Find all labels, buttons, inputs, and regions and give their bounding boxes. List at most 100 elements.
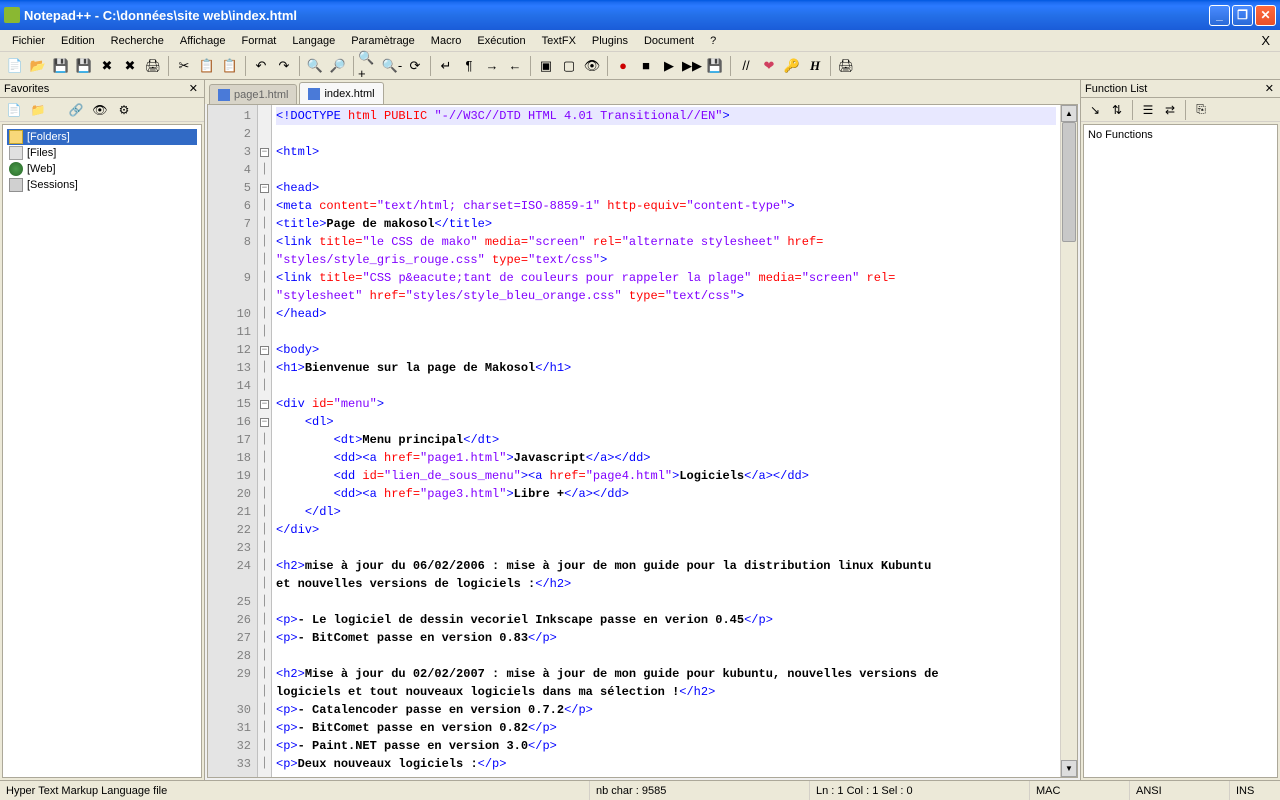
statusbar: Hyper Text Markup Language file nb char … bbox=[0, 780, 1280, 800]
scroll-thumb[interactable] bbox=[1062, 122, 1076, 242]
save-macro-icon[interactable]: 💾 bbox=[704, 55, 726, 77]
window-title: Notepad++ - C:\données\site web\index.ht… bbox=[24, 8, 1209, 23]
wrap-icon[interactable]: ↵ bbox=[435, 55, 457, 77]
function-list-close-icon[interactable]: ✕ bbox=[1263, 82, 1276, 95]
play-multi-icon[interactable]: ▶▶ bbox=[681, 55, 703, 77]
h-icon[interactable]: H bbox=[804, 55, 826, 77]
maximize-button[interactable]: ❐ bbox=[1232, 5, 1253, 26]
cut-icon[interactable]: ✂ bbox=[173, 55, 195, 77]
menu-langage[interactable]: Langage bbox=[284, 33, 343, 49]
undo-icon[interactable]: ↶ bbox=[250, 55, 272, 77]
status-chars: nb char : 9585 bbox=[590, 781, 810, 800]
fav-settings-icon[interactable]: ⚙ bbox=[114, 100, 134, 120]
function-list-toolbar: ↘ ⇅ ☰ ⇄ ⎘ bbox=[1081, 98, 1280, 122]
fl-filter-icon[interactable]: ⇄ bbox=[1160, 100, 1180, 120]
scroll-down-icon[interactable]: ▼ bbox=[1061, 760, 1077, 777]
print-icon[interactable]: 🖨 bbox=[142, 55, 164, 77]
zoom-in-icon[interactable]: 🔍+ bbox=[358, 55, 380, 77]
function-list-content: No Functions bbox=[1083, 124, 1278, 778]
tab-label: page1.html bbox=[234, 89, 288, 101]
replace-icon[interactable]: 🔎 bbox=[327, 55, 349, 77]
status-eol: MAC bbox=[1030, 781, 1130, 800]
save-icon[interactable]: 💾 bbox=[50, 55, 72, 77]
web-icon bbox=[9, 162, 23, 176]
tab-index-html[interactable]: index.html bbox=[299, 82, 383, 104]
window-controls: _ ❐ ✕ bbox=[1209, 5, 1276, 26]
favorites-tree[interactable]: [Folders] [Files] [Web] [Sessions] bbox=[2, 124, 202, 778]
vertical-scrollbar[interactable]: ▲ ▼ bbox=[1060, 105, 1077, 777]
new-icon[interactable]: 📄 bbox=[4, 55, 26, 77]
titlebar: Notepad++ - C:\données\site web\index.ht… bbox=[0, 0, 1280, 30]
menu-exécution[interactable]: Exécution bbox=[469, 33, 533, 49]
file-icon bbox=[9, 146, 23, 160]
menu-edition[interactable]: Edition bbox=[53, 33, 103, 49]
find-icon[interactable]: 🔍 bbox=[304, 55, 326, 77]
minimize-button[interactable]: _ bbox=[1209, 5, 1230, 26]
menu-textfx[interactable]: TextFX bbox=[534, 33, 584, 49]
play-icon[interactable]: ▶ bbox=[658, 55, 680, 77]
function-list-panel: Function List ✕ ↘ ⇅ ☰ ⇄ ⎘ No Functions bbox=[1080, 80, 1280, 780]
close-button[interactable]: ✕ bbox=[1255, 5, 1276, 26]
favorites-toolbar: 📄 📁 🔗 👁 ⚙ bbox=[0, 98, 204, 122]
unfold-icon[interactable]: ▢ bbox=[558, 55, 580, 77]
outdent-icon[interactable]: ← bbox=[504, 55, 526, 77]
favorites-item[interactable]: [Sessions] bbox=[7, 177, 197, 193]
favorites-item[interactable]: [Folders] bbox=[7, 129, 197, 145]
paste-icon[interactable]: 📋 bbox=[219, 55, 241, 77]
tab-page1-html[interactable]: page1.html bbox=[209, 84, 297, 104]
comment-icon[interactable]: // bbox=[735, 55, 757, 77]
zoom-out-icon[interactable]: 🔍- bbox=[381, 55, 403, 77]
close-all-icon[interactable]: ✖ bbox=[119, 55, 141, 77]
code-editor[interactable]: 1234567891011121314151617181920212223242… bbox=[207, 104, 1078, 778]
fold-icon[interactable]: ▣ bbox=[535, 55, 557, 77]
redo-icon[interactable]: ↷ bbox=[273, 55, 295, 77]
favorites-item-label: [Sessions] bbox=[27, 179, 78, 191]
menu-paramètrage[interactable]: Paramètrage bbox=[343, 33, 423, 49]
mdi-close-icon[interactable]: X bbox=[1255, 33, 1276, 48]
key-icon[interactable]: 🔑 bbox=[781, 55, 803, 77]
fav-link-icon[interactable]: 🔗 bbox=[66, 100, 86, 120]
fl-sort-icon[interactable]: ⇅ bbox=[1107, 100, 1127, 120]
favorites-panel: Favorites ✕ 📄 📁 🔗 👁 ⚙ [Folders] [Files] [W… bbox=[0, 80, 205, 780]
code-content[interactable]: <!DOCTYPE html PUBLIC "-//W3C//DTD HTML … bbox=[272, 105, 1060, 777]
close-icon[interactable]: ✖ bbox=[96, 55, 118, 77]
fold-column[interactable]: −│−││││││││−││−−│││││││││││││││││││ bbox=[258, 105, 272, 777]
scroll-up-icon[interactable]: ▲ bbox=[1061, 105, 1077, 122]
fav-add-file-icon[interactable]: 📄 bbox=[4, 100, 24, 120]
fl-goto-icon[interactable]: ↘ bbox=[1085, 100, 1105, 120]
favorites-title: Favorites bbox=[4, 83, 49, 95]
menu-affichage[interactable]: Affichage bbox=[172, 33, 234, 49]
favorites-item[interactable]: [Web] bbox=[7, 161, 197, 177]
file-icon bbox=[218, 89, 230, 101]
indent-icon[interactable]: → bbox=[481, 55, 503, 77]
menu-macro[interactable]: Macro bbox=[423, 33, 470, 49]
open-icon[interactable]: 📂 bbox=[27, 55, 49, 77]
menu-fichier[interactable]: Fichier bbox=[4, 33, 53, 49]
tab-bar: page1.html index.html bbox=[205, 80, 1080, 104]
rec-icon[interactable]: ● bbox=[612, 55, 634, 77]
heart-icon[interactable]: ❤ bbox=[758, 55, 780, 77]
favorites-close-icon[interactable]: ✕ bbox=[187, 82, 200, 95]
print2-icon[interactable]: 🖨 bbox=[835, 55, 857, 77]
copy-icon[interactable]: 📋 bbox=[196, 55, 218, 77]
menu-format[interactable]: Format bbox=[234, 33, 285, 49]
hidden-icon[interactable]: 👁 bbox=[581, 55, 603, 77]
line-number-gutter: 1234567891011121314151617181920212223242… bbox=[208, 105, 258, 777]
fav-eye-icon[interactable]: 👁 bbox=[90, 100, 110, 120]
stop-icon[interactable]: ■ bbox=[635, 55, 657, 77]
menu-recherche[interactable]: Recherche bbox=[103, 33, 172, 49]
sync-icon[interactable]: ⟳ bbox=[404, 55, 426, 77]
chars-icon[interactable]: ¶ bbox=[458, 55, 480, 77]
save-all-icon[interactable]: 💾 bbox=[73, 55, 95, 77]
fl-copy-icon[interactable]: ⎘ bbox=[1191, 100, 1211, 120]
status-position: Ln : 1 Col : 1 Sel : 0 bbox=[810, 781, 1030, 800]
fav-add-folder-icon[interactable]: 📁 bbox=[28, 100, 48, 120]
fl-list-icon[interactable]: ☰ bbox=[1138, 100, 1158, 120]
favorites-item-label: [Files] bbox=[27, 147, 56, 159]
favorites-item-label: [Web] bbox=[27, 163, 56, 175]
favorites-item[interactable]: [Files] bbox=[7, 145, 197, 161]
folder-icon bbox=[9, 130, 23, 144]
menu-document[interactable]: Document bbox=[636, 33, 702, 49]
menu-?[interactable]: ? bbox=[702, 33, 724, 49]
menu-plugins[interactable]: Plugins bbox=[584, 33, 636, 49]
